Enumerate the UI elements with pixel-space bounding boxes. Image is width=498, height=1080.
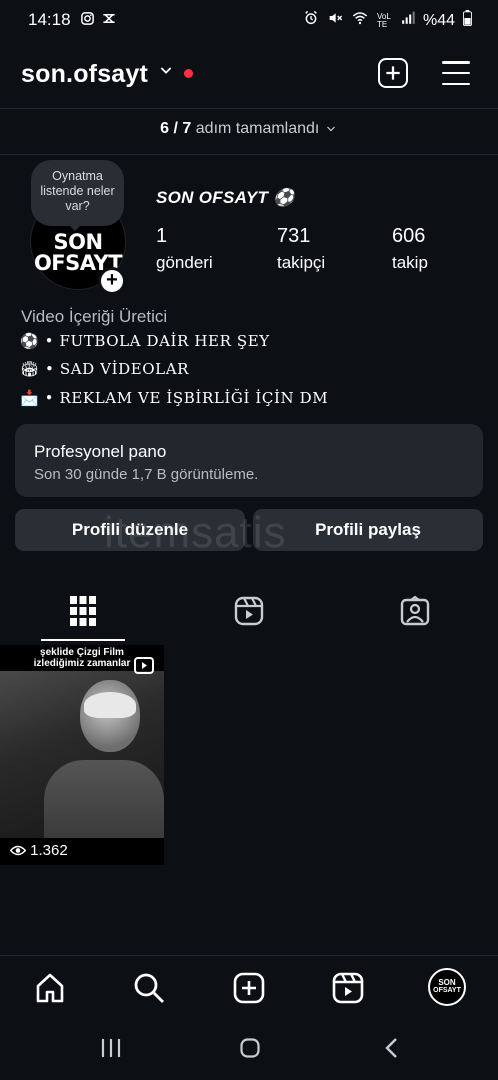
active-tab-indicator [41,639,125,641]
back-icon[interactable] [384,1038,398,1063]
avatar-logo-line1: SON [53,230,103,254]
steps-divider [0,154,498,155]
alarm-icon [303,10,319,31]
bio-line: ⚽ • FUTBOLA DAİR HER ŞEY [20,332,270,350]
post-player-hair [84,692,136,718]
display-name: SON OFSAYT ⚽ [156,188,295,207]
followers-label[interactable]: takipçi [277,253,325,273]
header-divider [0,108,498,109]
search-icon[interactable] [133,972,165,1009]
posts-label[interactable]: gönderi [156,253,213,273]
eye-icon [9,845,27,856]
setup-progress[interactable]: 6 / 7 adım tamamlandı [0,120,498,138]
status-notification-icons [80,11,117,29]
following-label[interactable]: takip [392,253,428,273]
bio-line: 🏟 • SAD VİDEOLAR [20,360,189,378]
mute-icon [327,10,343,31]
watermark: itemsatis [104,508,287,557]
notification-dot [184,69,193,78]
post-player-body [44,760,164,840]
username-switcher[interactable]: son.ofsayt [21,60,148,89]
battery-percent: %44 [422,11,455,29]
menu-icon-line [442,82,470,85]
post-view-count: 1.362 [0,838,164,865]
menu-icon-line [442,61,470,64]
setup-progress-label: adım tamamlandı [195,120,320,137]
profile-tabs [0,582,498,642]
menu-icon-line [442,71,470,75]
profile-category: Video İçeriği Üretici [21,307,168,326]
posts-count[interactable]: 1 [156,225,167,248]
instagram-icon [80,11,95,29]
professional-dashboard[interactable]: Profesyonel pano Son 30 günde 1,7 B görü… [15,424,483,497]
chevron-down-icon [326,126,335,132]
setup-progress-count: 6 / 7 [160,120,192,137]
create-button[interactable] [378,58,408,88]
status-bar: 14:18 VoLTE %44 [0,0,498,40]
plus-icon [386,66,400,80]
volte-label: VoLTE [376,11,391,29]
menu-button[interactable] [442,61,470,85]
add-story-button[interactable]: + [98,267,126,295]
home-button-icon[interactable] [240,1038,260,1063]
battery-icon [463,10,472,31]
dashboard-subtitle: Son 30 günde 1,7 B görüntüleme. [34,466,259,483]
following-count[interactable]: 606 [392,225,425,248]
wifi-icon [351,10,369,31]
create-icon[interactable] [233,972,265,1009]
dashboard-title: Profesyonel pano [34,442,167,461]
views-value: 1.362 [30,842,68,859]
reels-icon[interactable] [234,596,264,631]
reel-indicator-icon [134,657,154,674]
bio-text: • SAD VİDEOLAR [45,360,190,378]
tagged-icon[interactable] [400,595,430,631]
mini-avatar-line1: SON [438,978,456,987]
profile-avatar-nav[interactable]: SON OFSAYT [428,968,466,1006]
bio-text: • REKLAM VE İŞBİRLİĞİ İÇİN DM [44,389,329,407]
bio-line: 📩 • REKLAM VE İŞBİRLİĞİ İÇİN DM [20,389,328,407]
followers-count[interactable]: 731 [277,225,310,248]
status-right-icons: VoLTE %44 [303,10,472,31]
note-bubble-tail [68,224,82,231]
envelope-icon: 📩 [20,389,40,407]
reels-icon[interactable] [332,972,364,1009]
bio-text: • FUTBOLA DAİR HER ŞEY [44,332,270,350]
recent-apps-icon[interactable] [100,1038,122,1063]
grid-icon[interactable] [70,596,96,631]
bottom-navigation: SON OFSAYT [0,955,498,1017]
home-icon[interactable] [34,972,66,1009]
system-navigation [0,1017,498,1080]
profile-header: son.ofsayt [0,44,498,106]
capcut-icon [101,11,117,29]
note-bubble[interactable]: Oynatma listende neler var? [31,160,124,226]
chevron-down-icon[interactable] [158,62,174,83]
soccer-ball-icon: ⚽ [20,332,40,350]
signal-icon [401,11,415,30]
stadium-icon: 🏟 [20,360,40,378]
mini-avatar-line2: OFSAYT [433,987,461,994]
status-time: 14:18 [28,10,71,29]
